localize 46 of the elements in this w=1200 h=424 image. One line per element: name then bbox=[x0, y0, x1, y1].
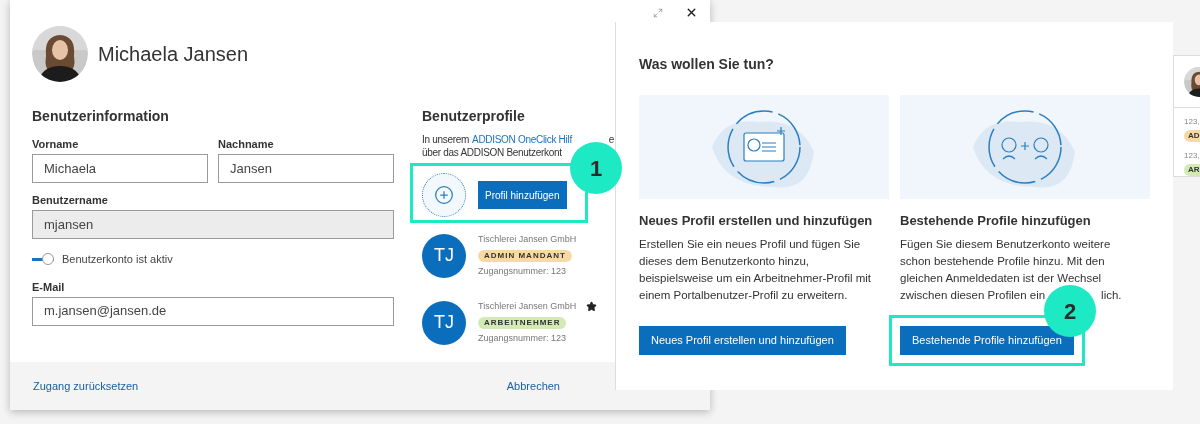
reset-link[interactable]: Zugang zurücksetzen bbox=[33, 377, 139, 395]
toggle-label: Benutzerkonto ist aktiv bbox=[62, 252, 173, 267]
toggle-switch[interactable] bbox=[32, 253, 54, 266]
field-label: E-Mail bbox=[32, 279, 66, 294]
add-profile-button[interactable]: Profil hinzufügen bbox=[478, 181, 567, 209]
company-name: Tischlerei Jansen GmbH bbox=[478, 233, 577, 246]
role-tag: AR bbox=[1184, 164, 1200, 176]
role-tag: ADMIN MANDANT bbox=[478, 249, 572, 262]
option-heading: Bestehende Profile hinzufügen bbox=[900, 212, 1092, 230]
close-icon[interactable] bbox=[685, 6, 698, 19]
option-button[interactable]: Neues Profil erstellen und hinzufügen bbox=[639, 325, 846, 355]
input-field[interactable]: m.jansen@jansen.de bbox=[32, 296, 394, 326]
cancel-link[interactable]: Abbrechen bbox=[506, 377, 560, 395]
card-text: 123, bbox=[1184, 150, 1200, 162]
intro-text: In unserem bbox=[422, 133, 470, 146]
field-label: Vorname bbox=[32, 137, 80, 151]
field-label: Nachname bbox=[218, 137, 275, 151]
card-text: 123, bbox=[1184, 116, 1200, 128]
description-text: einem Portalbenutzer-Profil zu erweitern. bbox=[639, 287, 848, 303]
help-link[interactable]: ADDISON OneClick Hilf bbox=[472, 133, 572, 146]
description-text: Fügen Sie diesem Benutzerkonto weitere bbox=[900, 236, 1111, 252]
intro-text: über das ADDISON Benutzerkont bbox=[422, 146, 562, 159]
access-number: Zugangsnummer: 123 bbox=[478, 264, 568, 278]
description-text: gleichen Anmeldedaten ist der Wechsel bbox=[900, 270, 1102, 286]
add-profile-icon[interactable] bbox=[422, 173, 466, 217]
company-name: Tischlerei Jansen GmbH bbox=[478, 300, 577, 313]
profile-avatar: TJ bbox=[422, 233, 466, 278]
description-text: Erstellen Sie ein neues Profil und fügen Sie bbox=[639, 236, 861, 252]
role-tag: ARBEITNEHMER bbox=[478, 316, 567, 329]
field-label: Benutzername bbox=[32, 193, 109, 207]
description-text: zwischen diesen Profilen ein bbox=[900, 287, 1046, 303]
role-tag: AD bbox=[1184, 130, 1200, 142]
description-text: schon bestehende Profile hinzu. Mit den bbox=[900, 253, 1105, 269]
panel-title: Was wollen Sie tun? bbox=[639, 55, 775, 74]
description-text: lich. bbox=[1101, 287, 1122, 303]
user-name: Michaela Jansen bbox=[98, 42, 249, 67]
section-title: Benutzerinformation bbox=[32, 107, 170, 126]
option-button[interactable]: Bestehende Profile hinzufügen bbox=[900, 325, 1074, 355]
profile-avatar: TJ bbox=[422, 300, 466, 345]
access-number: Zugangsnummer: 123 bbox=[478, 331, 568, 345]
input-field[interactable]: Jansen bbox=[218, 154, 394, 183]
section-title: Benutzerprofile bbox=[422, 107, 526, 126]
option-heading: Neues Profil erstellen und hinzufügen bbox=[639, 212, 874, 230]
input-field[interactable]: Michaela bbox=[32, 154, 208, 183]
description-text: beispielsweise um ein Arbeitnehmer-Profil mit bbox=[639, 270, 871, 286]
description-text: dieses dem Benutzerkonto hinzu, bbox=[639, 253, 810, 269]
